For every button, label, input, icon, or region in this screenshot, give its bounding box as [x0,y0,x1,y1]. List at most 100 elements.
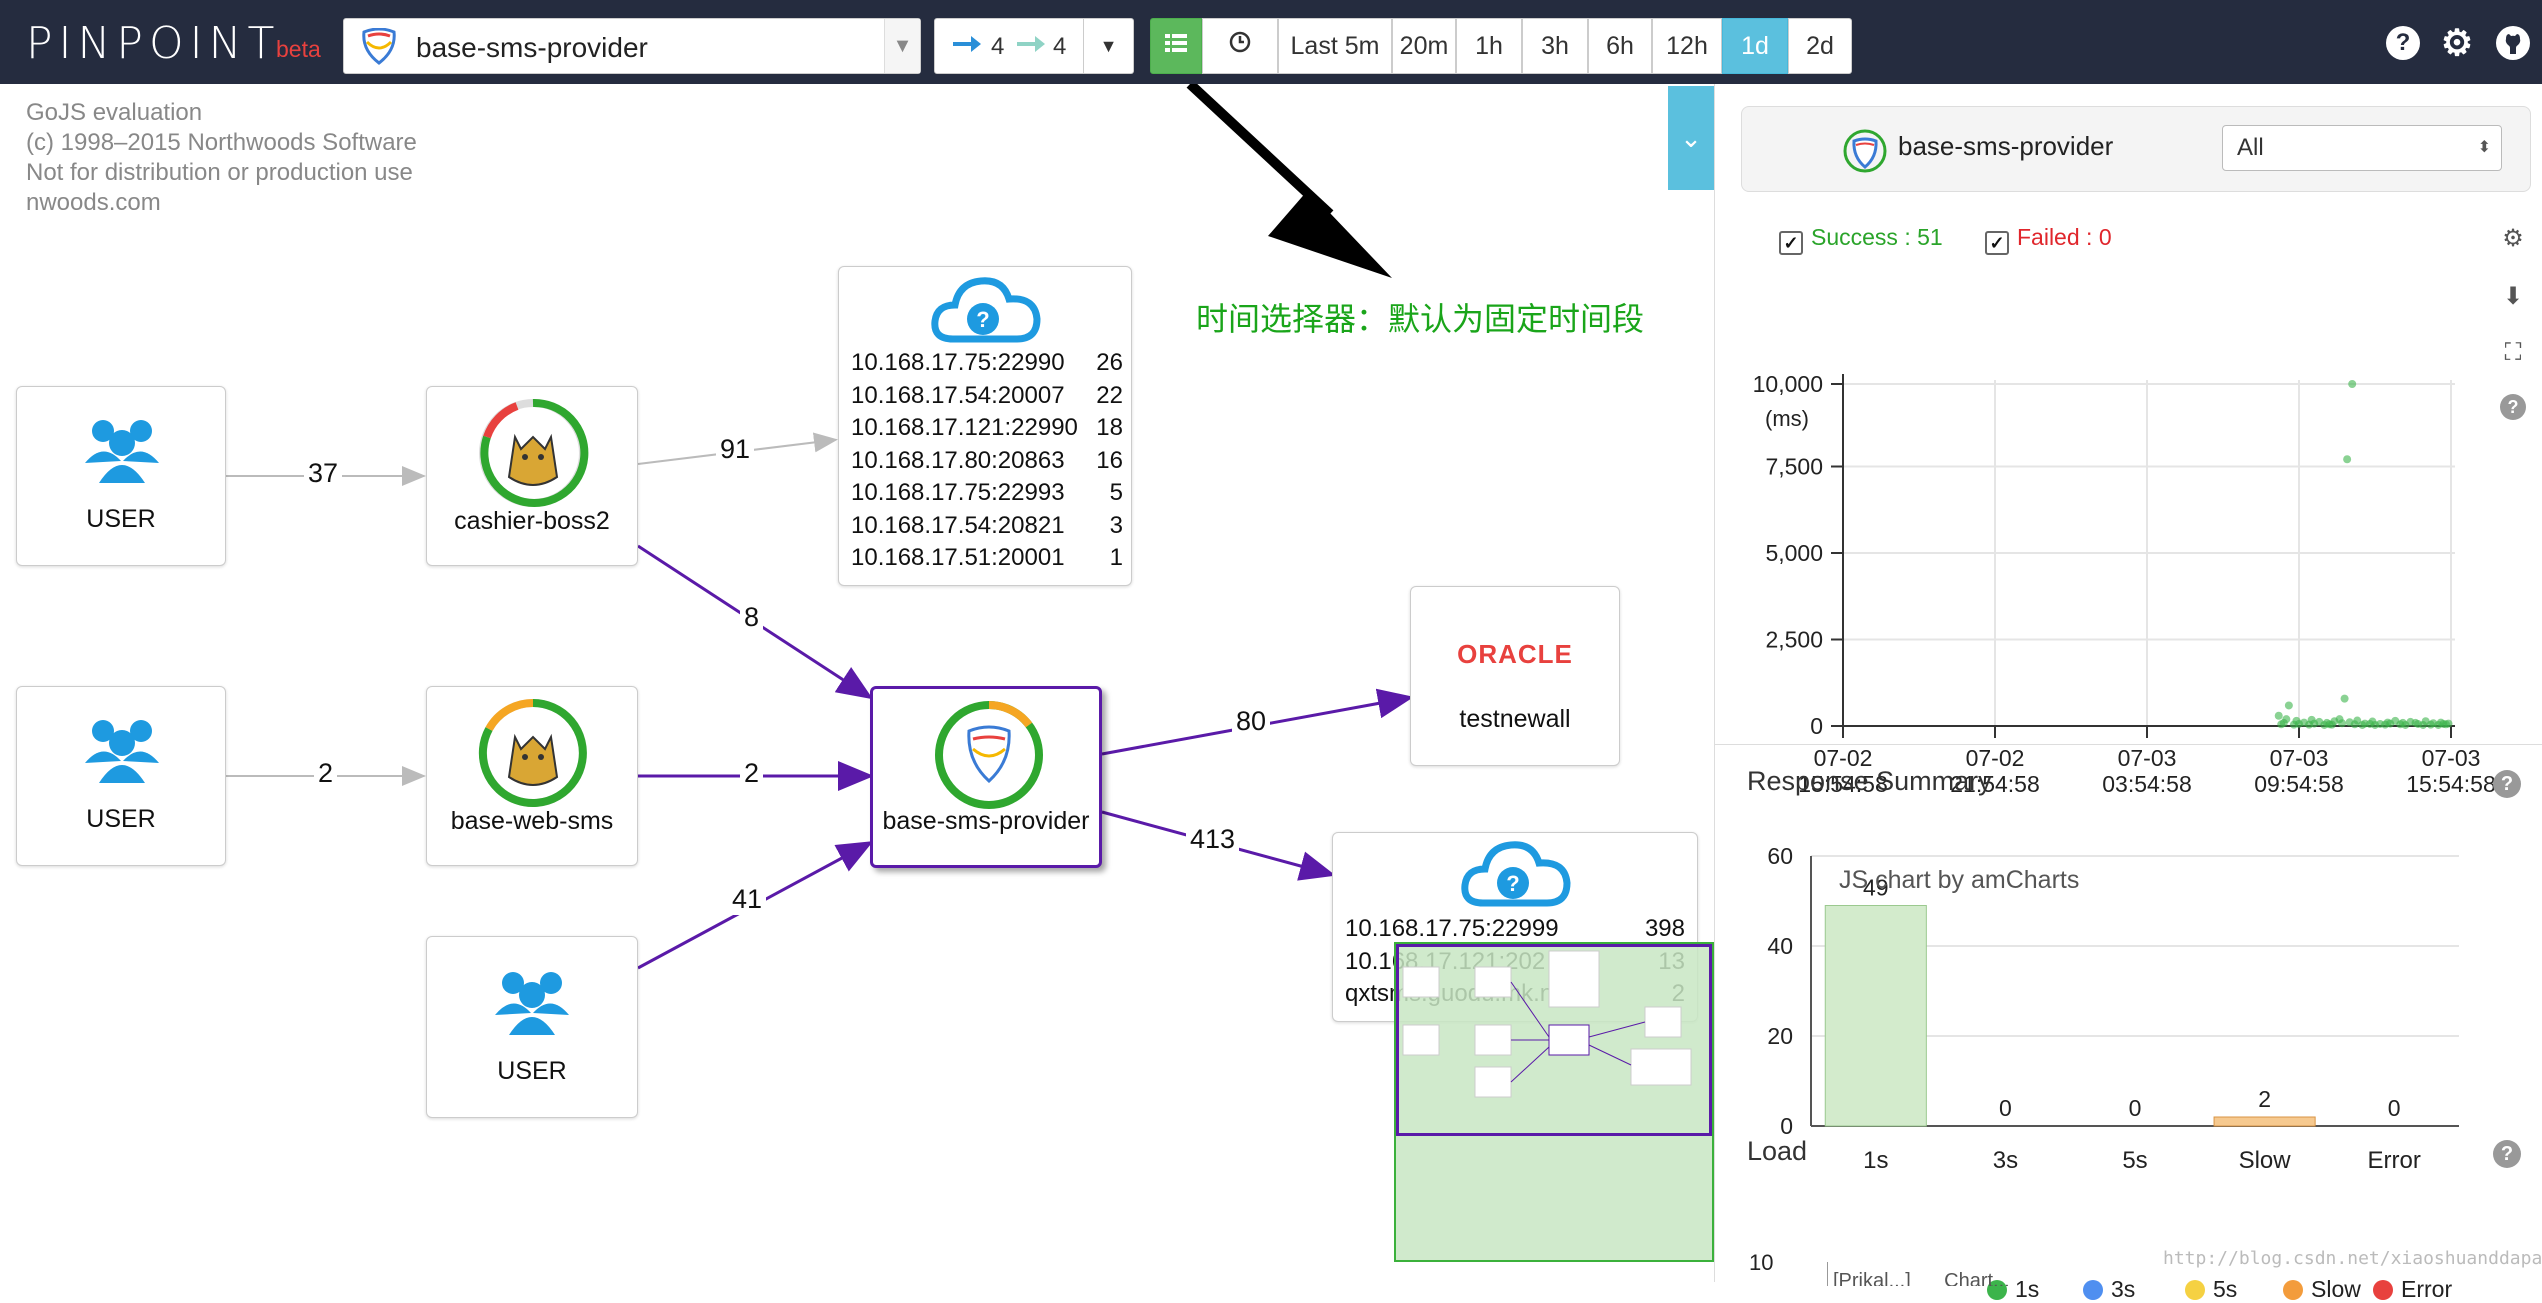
scatter-point[interactable] [2277,720,2286,729]
host-row: 10.168.17.121:22990 18 [851,412,1123,445]
unknown-cloud-node[interactable]: ? 10.168.17.75:22990 26 10.168.17.54:20007… [838,266,1132,586]
help-icon[interactable]: ? [2493,770,2521,798]
time-range-20m[interactable]: 20m [1392,18,1456,74]
application-select[interactable]: base-sms-provider ▼ [343,18,921,74]
scatter-y-tick: 7,500 [1765,454,1823,480]
selected-node-provider[interactable]: base-sms-provider [870,686,1102,868]
scatter-x-tick: 15:54:58 [2406,771,2495,797]
github-icon[interactable] [2496,26,2530,60]
bar-1s[interactable] [1824,905,1927,1127]
oracle-logo: ORACLE [1457,639,1573,669]
scatter-point[interactable] [2274,711,2283,720]
load-title: Load [1747,1136,1808,1166]
scatter-x-tick: 09:54:58 [2254,771,2344,797]
node-label: base-web-sms [450,807,614,835]
scatter-point[interactable] [2426,720,2435,729]
failed-filter[interactable]: ✓ Failed : 0 [1985,224,2112,255]
user-node[interactable]: USER [16,686,226,866]
scatter-point[interactable] [2305,720,2314,729]
bar-category-label: Slow [2239,1147,2292,1174]
divider [1715,744,2542,745]
panel-header: base-sms-provider All ⬍ [1741,106,2531,192]
clock-icon [1228,31,1252,60]
host-address: 10.168.17.75:22999 [1345,915,1559,942]
legend-label: 5s [2213,1276,2238,1302]
oracle-node[interactable]: ORACLE testnewall [1410,586,1620,766]
time-range-last-5m[interactable]: Last 5m [1278,18,1392,74]
response-summary-chart[interactable]: 0204060491s03s05s2Slow0Error [1715,820,2515,1200]
time-range-12h[interactable]: 12h [1652,18,1722,74]
help-icon[interactable]: ? [2500,394,2526,420]
response-scatter-chart[interactable]: 02,5005,0007,50010,00007-0215:54:5807-02… [1715,264,2495,824]
outbound-arrow-icon [1015,33,1049,62]
scatter-point[interactable] [2419,720,2428,729]
scatter-point[interactable] [2386,719,2395,728]
blog-watermark: http://blog.csdn.net/xiaoshuanddapang [2163,1248,2542,1269]
load-legend-error[interactable]: Error [2373,1276,2452,1303]
checkbox-checked-icon[interactable]: ✓ [1985,231,2009,255]
minimap-preview [1402,950,1692,1098]
scatter-point[interactable] [2284,701,2293,710]
inbound-arrow-icon [951,33,985,62]
fullscreen-icon[interactable]: ⛶ [2500,340,2526,366]
edge-label: 37 [304,458,343,489]
success-filter[interactable]: ✓ Success : 51 [1779,224,1943,255]
download-icon[interactable]: ⬇ [2500,284,2526,310]
tomcat-node-websms[interactable]: base-web-sms [426,686,638,866]
annotation-text: 时间选择器：默认为固定时间段 [1196,301,1645,337]
scatter-point[interactable] [2439,719,2448,728]
help-icon[interactable]: ? [2386,26,2420,60]
load-legend-slow[interactable]: Slow [2283,1276,2361,1303]
time-range-6h[interactable]: 6h [1588,18,1652,74]
gear-icon[interactable]: ⚙ [2500,226,2526,252]
time-range-1d[interactable]: 1d [1722,18,1788,74]
load-table-cell: Chart... [1944,1272,2010,1286]
scatter-point[interactable] [2343,455,2352,464]
host-address: 10.168.17.75:22990 [851,349,1065,376]
depth-dropdown-button[interactable]: ▼ [1084,18,1134,74]
scatter-y-label: (ms) [1765,406,1809,431]
scatter-point[interactable] [2340,694,2349,703]
tomcat-node-cashier[interactable]: cashier-boss2 [426,386,638,566]
scatter-point[interactable] [2371,720,2379,729]
scatter-point[interactable] [2289,720,2298,729]
host-count: 1 [1109,544,1123,571]
pinpoint-logo[interactable]: PINPOINT [26,18,280,69]
checkbox-checked-icon[interactable]: ✓ [1779,231,1803,255]
scatter-point[interactable] [2401,720,2410,729]
time-range-2d[interactable]: 2d [1788,18,1852,74]
list-view-button[interactable] [1150,18,1202,74]
scatter-point[interactable] [2348,380,2357,388]
legend-dot-icon [2373,1280,2393,1300]
time-range-3h[interactable]: 3h [1522,18,1588,74]
user-node[interactable]: USER [426,936,638,1118]
host-count: 3 [1109,511,1123,539]
bar-category-label: 3s [1993,1147,2018,1174]
scatter-point[interactable] [2335,715,2344,724]
user-node[interactable]: USER [16,386,226,566]
minimap-viewport[interactable] [1396,944,1712,1136]
scatter-point[interactable] [2320,720,2329,729]
host-count: 26 [1096,349,1123,376]
time-range-1h[interactable]: 1h [1456,18,1522,74]
clock-button[interactable] [1202,18,1278,74]
amcharts-credit[interactable]: JS chart by amCharts [1839,866,2079,895]
agent-select[interactable]: All ⬍ [2222,125,2502,171]
overview-minimap[interactable] [1394,942,1714,1262]
inbound-depth: 4 [991,33,1005,60]
scatter-point[interactable] [2358,720,2367,729]
gear-icon[interactable]: ⚙ [2440,25,2474,61]
scatter-point[interactable] [2327,720,2336,729]
search-depth-display[interactable]: 4 4 [934,18,1084,74]
scatter-point[interactable] [2350,720,2359,729]
chevron-down-icon[interactable]: ▼ [884,19,920,73]
load-legend-5s[interactable]: 5s [2185,1276,2237,1303]
bar-slow[interactable] [2213,1116,2316,1127]
tomcat-icon [479,398,589,507]
scatter-point[interactable] [2411,718,2420,727]
host-row: 10.168.17.54:20821 3 [851,510,1123,543]
agent-select-value: All [2237,134,2264,161]
chevron-updown-icon: ⬍ [2477,139,2491,156]
collapse-panel-button[interactable]: ⌄ [1668,86,1714,190]
help-icon[interactable]: ? [2493,1140,2521,1168]
